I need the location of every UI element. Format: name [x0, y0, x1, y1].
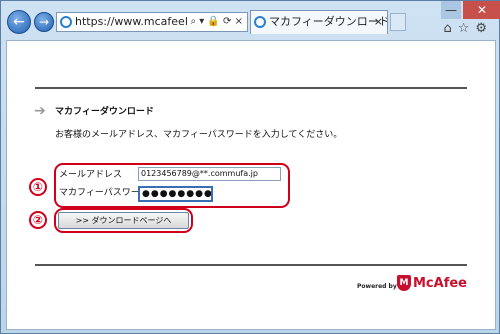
divider-top: [35, 87, 467, 89]
instruction-text: お客様のメールアドレス、マカフィーパスワードを入力してください。: [55, 130, 343, 140]
password-field[interactable]: ●●●●●●●●: [138, 186, 213, 202]
ie-icon: [60, 16, 72, 28]
new-tab-button[interactable]: [390, 13, 406, 31]
email-label: メールアドレス: [59, 170, 123, 180]
step-2-marker: ②: [29, 211, 47, 229]
back-button[interactable]: ←: [7, 10, 31, 34]
mcafee-shield-icon: M: [397, 275, 411, 291]
minimize-button[interactable]: —: [441, 1, 461, 19]
password-label: マカフィーパスワード: [59, 188, 149, 198]
download-page-button[interactable]: >> ダウンロードページへ: [58, 212, 189, 229]
powered-by-text: Powered by: [357, 283, 397, 290]
divider-bottom: [35, 264, 467, 266]
page-content: ➔ マカフィーダウンロード お客様のメールアドレス、マカフィーパスワードを入力し…: [6, 40, 496, 330]
tab-mcafee-download[interactable]: マカフィーダウンロード -... ×: [250, 10, 388, 34]
ie-icon: [254, 16, 266, 28]
step-1-marker: ①: [29, 178, 47, 196]
close-window-button[interactable]: ✕: [463, 1, 500, 19]
address-bar[interactable]: https://www.mcafeelogin.i... ⌕ ▾ 🔒 ⟳ ×: [56, 12, 248, 32]
address-tools-icons[interactable]: ⌕ ▾ 🔒 ⟳ ×: [187, 13, 243, 31]
toolbar-icons-home-favorites-settings[interactable]: ⌂☆⚙: [443, 21, 493, 36]
email-field[interactable]: 0123456789@**.commufa.jp: [138, 167, 281, 181]
page-title: マカフィーダウンロード: [55, 107, 154, 117]
browser-window: ← → https://www.mcafeelogin.i... ⌕ ▾ 🔒 ⟳…: [0, 0, 500, 334]
tab-title: マカフィーダウンロード -...: [269, 15, 388, 28]
tab-close-icon[interactable]: ×: [374, 11, 383, 33]
forward-button[interactable]: →: [34, 12, 54, 32]
arrow-icon: ➔: [34, 103, 46, 119]
browser-toolbar: ← → https://www.mcafeelogin.i... ⌕ ▾ 🔒 ⟳…: [1, 1, 500, 41]
mcafee-logo-text: McAfee: [413, 276, 467, 291]
